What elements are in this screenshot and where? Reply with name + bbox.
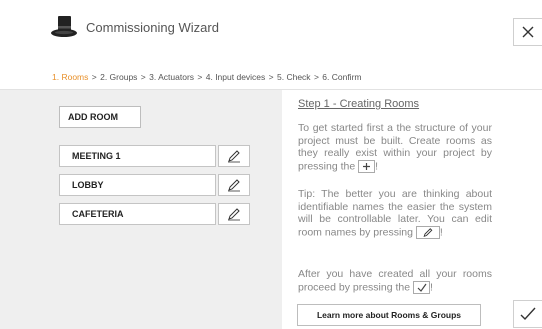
plus-icon [363, 162, 371, 170]
step-title: Step 1 - Creating Rooms [298, 98, 420, 110]
close-button[interactable] [513, 18, 542, 46]
help-proceed-text: After you have created all your rooms pr… [298, 268, 492, 293]
room-item-cafeteria[interactable]: CAFETERIA [59, 203, 216, 225]
edit-room-button[interactable] [218, 203, 250, 225]
wizard-header: Commissioning Wizard [0, 0, 542, 60]
help-paragraph-intro: To get started first a the structure of … [298, 122, 492, 173]
help-intro-end: ! [375, 159, 379, 172]
confirm-step-button[interactable] [513, 300, 542, 328]
edit-hint-button [415, 225, 440, 239]
edit-room-button[interactable] [218, 145, 250, 167]
help-tip-end: ! [439, 225, 443, 238]
breadcrumb-step-check: 5. Check [277, 72, 311, 82]
pencil-icon [423, 227, 433, 237]
help-paragraph-proceed: After you have created all your rooms pr… [298, 268, 492, 294]
help-proceed-end: ! [430, 280, 433, 293]
breadcrumb: 1. Rooms > 2. Groups > 3. Actuators > 4.… [52, 72, 362, 82]
breadcrumb-separator: > [140, 72, 146, 82]
breadcrumb-separator: > [313, 72, 319, 82]
breadcrumb-separator: > [91, 72, 97, 82]
window-title: Commissioning Wizard [86, 20, 219, 35]
room-item-meeting-1[interactable]: MEETING 1 [59, 145, 216, 167]
close-icon [522, 26, 534, 38]
breadcrumb-separator: > [197, 72, 203, 82]
learn-more-button[interactable]: Learn more about Rooms & Groups [297, 304, 481, 326]
help-intro-text: To get started first a the structure of … [298, 122, 492, 172]
checkmark-icon [520, 307, 536, 321]
confirm-hint-button [413, 280, 430, 294]
breadcrumb-step-actuators: 3. Actuators [149, 72, 195, 82]
breadcrumb-separator: > [268, 72, 274, 82]
pencil-icon [228, 208, 240, 221]
checkmark-icon [417, 283, 426, 292]
breadcrumb-step-rooms: 1. Rooms [52, 72, 89, 82]
room-item-lobby[interactable]: LOBBY [59, 174, 216, 196]
pencil-icon [228, 150, 240, 163]
add-room-button[interactable]: ADD ROOM [59, 106, 141, 128]
add-hint-button [358, 159, 376, 173]
help-tip-text: Tip: The better you are thinking about i… [298, 188, 492, 238]
pencil-icon [228, 179, 240, 192]
breadcrumb-step-confirm: 6. Confirm [322, 72, 362, 82]
breadcrumb-step-groups: 2. Groups [100, 72, 138, 82]
edit-room-button[interactable] [218, 174, 250, 196]
help-paragraph-tip: Tip: The better you are thinking about i… [298, 188, 492, 239]
top-hat-icon [51, 16, 77, 37]
breadcrumb-step-input-devices: 4. Input devices [205, 72, 266, 82]
